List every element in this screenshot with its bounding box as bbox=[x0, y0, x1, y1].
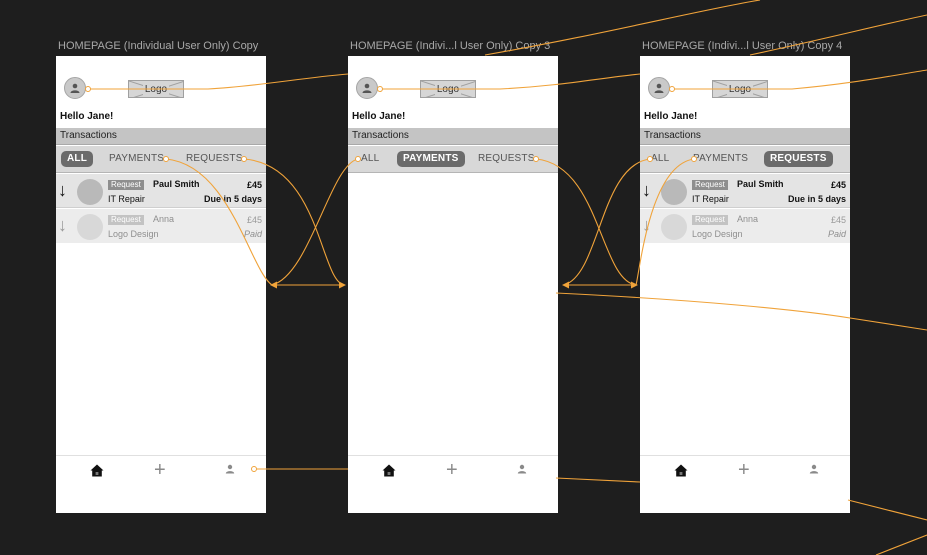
profile-avatar-button[interactable] bbox=[356, 77, 378, 99]
logo-placeholder: Logo bbox=[420, 80, 476, 98]
transaction-description: IT Repair bbox=[108, 194, 145, 204]
section-header: Transactions bbox=[640, 128, 850, 145]
request-badge: Request bbox=[108, 180, 144, 190]
transaction-status: Due in 5 days bbox=[787, 194, 846, 204]
person-icon[interactable] bbox=[516, 463, 528, 475]
home-icon[interactable] bbox=[382, 464, 396, 477]
person-icon bbox=[70, 83, 80, 93]
transaction-status: Due in 5 days bbox=[203, 194, 262, 204]
arrow-down-icon: ↓ bbox=[642, 215, 651, 235]
person-icon[interactable] bbox=[224, 463, 236, 475]
avatar bbox=[77, 179, 103, 205]
transaction-amount: £45 bbox=[246, 215, 262, 225]
tab-requests[interactable]: REQUESTS bbox=[764, 151, 833, 167]
transaction-row[interactable]: ↓ Request Anna Logo Design £45 Paid bbox=[56, 209, 266, 243]
artboard-title-copy[interactable]: HOMEPAGE (Individual User Only) Copy bbox=[58, 40, 258, 52]
request-badge: Request bbox=[108, 215, 144, 225]
transaction-tabs: ALL PAYMENTS REQUESTS bbox=[640, 146, 850, 173]
transaction-status: Paid bbox=[243, 229, 262, 239]
bottom-nav: + bbox=[640, 455, 850, 486]
plus-icon[interactable]: + bbox=[738, 460, 750, 480]
prototype-link bbox=[847, 499, 927, 521]
avatar bbox=[661, 179, 687, 205]
tab-requests[interactable]: REQUESTS bbox=[186, 151, 243, 167]
prototype-link bbox=[555, 477, 641, 483]
avatar bbox=[661, 214, 687, 240]
arrow-down-icon: ↓ bbox=[642, 180, 651, 200]
logo-label: Logo bbox=[726, 83, 754, 95]
tab-all[interactable]: ALL bbox=[361, 151, 379, 167]
request-badge: Request bbox=[692, 215, 728, 225]
profile-avatar-button[interactable] bbox=[648, 77, 670, 99]
transaction-description: Logo Design bbox=[692, 229, 743, 239]
tab-payments[interactable]: PAYMENTS bbox=[109, 151, 164, 167]
transaction-amount: £45 bbox=[830, 180, 846, 190]
transaction-tabs: ALL PAYMENTS REQUESTS bbox=[348, 146, 558, 173]
profile-avatar-button[interactable] bbox=[64, 77, 86, 99]
prototype-link bbox=[271, 158, 359, 286]
greeting-text: Hello Jane! bbox=[352, 111, 406, 122]
artboard-copy-4[interactable]: Logo Hello Jane! Transactions ALL PAYMEN… bbox=[640, 56, 850, 513]
transaction-amount: £45 bbox=[246, 180, 262, 190]
logo-label: Logo bbox=[434, 83, 462, 95]
transaction-description: Logo Design bbox=[108, 229, 159, 239]
transaction-row[interactable]: ↓ Request Paul Smith IT Repair £45 Due i… bbox=[56, 174, 266, 208]
logo-placeholder: Logo bbox=[128, 80, 184, 98]
artboard-copy[interactable]: Logo Hello Jane! Transactions ALL PAYMEN… bbox=[56, 56, 266, 513]
greeting-text: Hello Jane! bbox=[60, 111, 114, 122]
tab-requests[interactable]: REQUESTS bbox=[478, 151, 535, 167]
home-icon[interactable] bbox=[674, 464, 688, 477]
contact-name: Paul Smith bbox=[737, 179, 784, 189]
bottom-nav: + bbox=[56, 455, 266, 486]
arrowhead bbox=[270, 281, 277, 289]
transaction-amount: £45 bbox=[830, 215, 846, 225]
person-icon bbox=[654, 83, 664, 93]
plus-icon[interactable]: + bbox=[154, 460, 166, 480]
transaction-row[interactable]: ↓ Request Paul Smith IT Repair £45 Due i… bbox=[640, 174, 850, 208]
avatar bbox=[77, 214, 103, 240]
person-icon bbox=[362, 83, 372, 93]
tab-payments[interactable]: PAYMENTS bbox=[693, 151, 748, 167]
bottom-nav: + bbox=[348, 455, 558, 486]
tab-payments[interactable]: PAYMENTS bbox=[397, 151, 465, 167]
arrowhead bbox=[562, 281, 569, 289]
tab-all[interactable]: ALL bbox=[651, 151, 669, 167]
prototype-link bbox=[563, 158, 651, 286]
artboard-title-copy-3[interactable]: HOMEPAGE (Indivi...l User Only) Copy 3 bbox=[350, 40, 550, 52]
transaction-tabs: ALL PAYMENTS REQUESTS bbox=[56, 146, 266, 173]
person-icon[interactable] bbox=[808, 463, 820, 475]
artboard-title-copy-4[interactable]: HOMEPAGE (Indivi...l User Only) Copy 4 bbox=[642, 40, 842, 52]
greeting-text: Hello Jane! bbox=[644, 111, 698, 122]
transaction-row[interactable]: ↓ Request Anna Logo Design £45 Paid bbox=[640, 209, 850, 243]
section-header: Transactions bbox=[56, 128, 266, 145]
home-icon[interactable] bbox=[90, 464, 104, 477]
request-badge: Request bbox=[692, 180, 728, 190]
logo-label: Logo bbox=[142, 83, 170, 95]
arrow-down-icon: ↓ bbox=[58, 180, 67, 200]
transaction-description: IT Repair bbox=[692, 194, 729, 204]
section-header: Transactions bbox=[348, 128, 558, 145]
prototype-link bbox=[875, 534, 927, 555]
contact-name: Paul Smith bbox=[153, 179, 200, 189]
transaction-status: Paid bbox=[827, 229, 846, 239]
arrowhead bbox=[339, 281, 346, 289]
arrowhead bbox=[631, 281, 638, 289]
arrow-down-icon: ↓ bbox=[58, 215, 67, 235]
contact-name: Anna bbox=[153, 214, 175, 224]
contact-name: Anna bbox=[737, 214, 759, 224]
artboard-copy-3[interactable]: Logo Hello Jane! Transactions ALL PAYMEN… bbox=[348, 56, 558, 513]
logo-placeholder: Logo bbox=[712, 80, 768, 98]
plus-icon[interactable]: + bbox=[446, 460, 458, 480]
tab-all[interactable]: ALL bbox=[61, 151, 94, 167]
